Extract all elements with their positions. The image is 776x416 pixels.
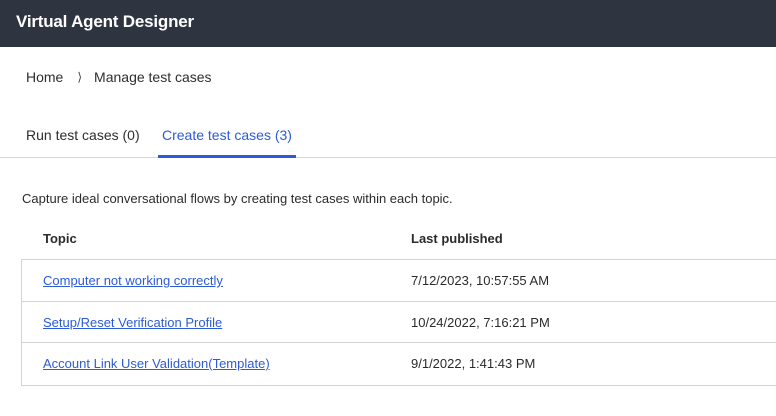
breadcrumb: Home ⟩ Manage test cases [26,69,212,85]
table-row: Account Link User Validation(Template) 9… [22,343,776,385]
topic-link[interactable]: Computer not working correctly [43,273,223,288]
breadcrumb-current: Manage test cases [94,69,212,85]
topic-link[interactable]: Account Link User Validation(Template) [43,356,270,371]
column-header-topic: Topic [43,231,77,246]
page-description: Capture ideal conversational flows by cr… [22,191,453,206]
tab-bar: Run test cases (0) Create test cases (3) [0,118,776,158]
top-bar: Virtual Agent Designer [0,0,776,47]
test-cases-table: Computer not working correctly 7/12/2023… [21,259,776,386]
last-published-value: 7/12/2023, 10:57:55 AM [411,273,550,288]
app-title: Virtual Agent Designer [16,12,194,31]
tab-run-test-cases[interactable]: Run test cases (0) [26,127,140,158]
last-published-value: 10/24/2022, 7:16:21 PM [411,314,550,330]
table-row: Setup/Reset Verification Profile 10/24/2… [22,302,776,343]
breadcrumb-separator-icon: ⟩ [77,70,83,84]
topic-link[interactable]: Setup/Reset Verification Profile [43,315,222,330]
breadcrumb-home[interactable]: Home [26,69,63,85]
last-published-value: 9/1/2022, 1:41:43 PM [411,356,536,371]
table-row: Computer not working correctly 7/12/2023… [22,260,776,302]
column-header-last-published: Last published [411,231,503,246]
tab-create-test-cases[interactable]: Create test cases (3) [158,127,296,158]
